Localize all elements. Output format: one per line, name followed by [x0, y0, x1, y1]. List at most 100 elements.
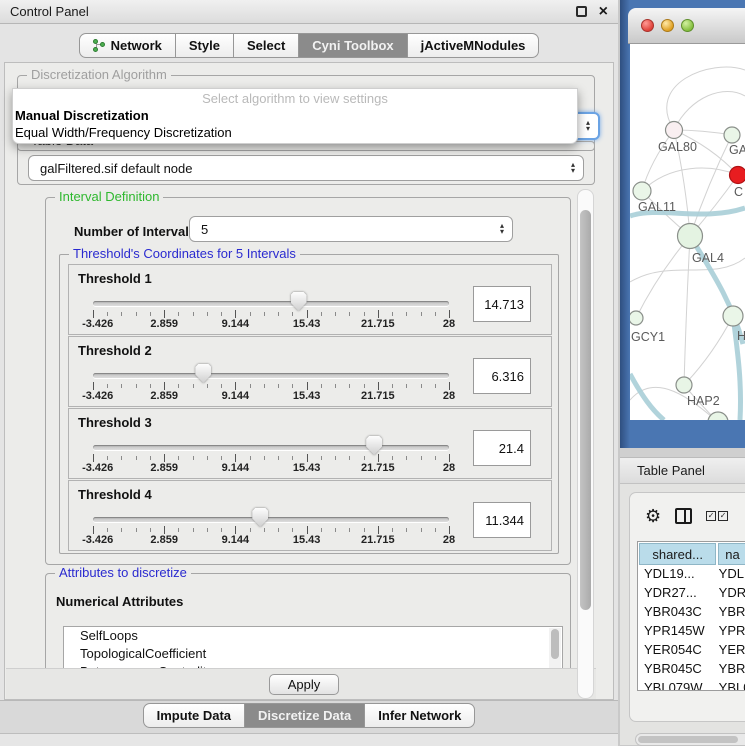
table-row[interactable]: YPR145WYPR1 [638, 623, 745, 642]
minimize-light-icon[interactable] [661, 19, 674, 32]
popup-placeholder-option[interactable]: Select algorithm to view settings [13, 91, 577, 108]
threshold-list: Threshold 1-3.4262.8599.14415.4321.71528… [60, 264, 560, 552]
tick-label: 9.144 [222, 534, 250, 546]
checkbox-icon[interactable]: ✓ [706, 511, 716, 521]
tick-label: 15.43 [293, 534, 321, 546]
slider-handle[interactable] [291, 292, 307, 311]
cell-name[interactable]: YDR2 [719, 585, 745, 604]
number-of-intervals-label: Number of Intervals [74, 224, 196, 239]
cell-name[interactable]: YPR1 [719, 623, 745, 642]
table-panel-titlebar[interactable]: Table Panel [620, 457, 745, 484]
attribute-item-selfloops[interactable]: SelfLoops [64, 627, 562, 645]
network-node[interactable] [678, 224, 703, 249]
cell-shared-name[interactable]: YPR145W [638, 623, 719, 642]
table-row[interactable]: YDL19...YDL1 [638, 566, 745, 585]
slider-track[interactable] [93, 517, 449, 522]
columns-icon[interactable] [675, 508, 692, 524]
tick-label: 2.859 [150, 318, 178, 330]
tab-label: Discretize Data [258, 708, 351, 723]
hscrollbar-thumb[interactable] [638, 736, 738, 743]
table-row[interactable]: YBR043CYBR0 [638, 604, 745, 623]
scrollbar-thumb[interactable] [580, 210, 591, 610]
close-light-icon[interactable] [641, 19, 654, 32]
network-canvas[interactable]: GAL80 GA C GAL11 GAL4 GCY1 H HAP2 [630, 44, 745, 420]
tab-select[interactable]: Select [234, 33, 299, 58]
popup-option-equal-width-frequency-discretization[interactable]: Equal Width/Frequency Discretization [13, 125, 577, 142]
zoom-light-icon[interactable] [681, 19, 694, 32]
cell-name[interactable]: YER0 [719, 642, 745, 661]
slider-track[interactable] [93, 445, 449, 450]
combo-arrows-icon: ▴▾ [586, 120, 590, 132]
tab-network[interactable]: Network [79, 33, 176, 58]
column-header[interactable]: na [718, 543, 745, 565]
cell-shared-name[interactable]: YDR27... [638, 585, 719, 604]
control-panel-titlebar[interactable]: Control Panel × [0, 0, 618, 24]
attribute-item-topologicalcoefficient[interactable]: TopologicalCoefficient [64, 645, 562, 663]
table-hscrollbar[interactable] [635, 733, 745, 746]
network-view-window[interactable]: GAL80 GA C GAL11 GAL4 GCY1 H HAP2 [620, 0, 745, 448]
slider-handle[interactable] [195, 364, 211, 383]
network-node[interactable] [724, 127, 740, 143]
tab-impute-data[interactable]: Impute Data [143, 703, 245, 728]
slider-handle[interactable] [366, 436, 382, 455]
slider-handle[interactable] [252, 508, 268, 527]
tab-cyni-toolbox[interactable]: Cyni Toolbox [299, 33, 407, 58]
tick-label: 15.43 [293, 390, 321, 402]
tab-infer-network[interactable]: Infer Network [365, 703, 475, 728]
tick-label: 15.43 [293, 462, 321, 474]
cell-name[interactable]: YDL1 [719, 566, 745, 585]
threshold-value-field[interactable]: 6.316 [473, 358, 531, 394]
gear-icon[interactable]: ⚙ [645, 507, 661, 525]
number-of-intervals-select[interactable]: 5 ▴▾ [189, 216, 513, 242]
popup-option-manual-discretization[interactable]: Manual Discretization [13, 108, 577, 125]
tick-label: 9.144 [222, 318, 250, 330]
network-node[interactable] [633, 182, 651, 200]
tab-jactivemnodules[interactable]: jActiveMNodules [408, 33, 540, 58]
node-table[interactable]: shared... na YDL19...YDL1YDR27...YDR2YBR… [637, 541, 745, 691]
threshold-value-field[interactable]: 14.713 [473, 286, 531, 322]
apply-button[interactable]: Apply [269, 674, 339, 695]
tab-discretize-data[interactable]: Discretize Data [245, 703, 365, 728]
network-node[interactable] [666, 122, 683, 139]
slider-track[interactable] [93, 301, 449, 306]
cell-shared-name[interactable]: YDL19... [638, 566, 719, 585]
network-node[interactable] [676, 377, 692, 393]
cell-shared-name[interactable]: YBL079W [638, 680, 719, 691]
top-tab-bar: NetworkStyleSelectCyni ToolboxjActiveMNo… [0, 33, 618, 58]
cell-name[interactable]: YBR0 [719, 604, 745, 623]
table-data-select[interactable]: galFiltered.sif default node ▴▾ [28, 155, 584, 181]
cell-shared-name[interactable]: YBR043C [638, 604, 719, 623]
network-window-titlebar[interactable] [628, 8, 745, 44]
threshold-value-field[interactable]: 11.344 [473, 502, 531, 538]
table-panel: Table Panel ⚙ ✓ ✓ shared... na YDL19...Y… [620, 457, 745, 745]
settings-scrollbar[interactable] [577, 189, 594, 699]
table-data-selected-value: galFiltered.sif default node [40, 161, 571, 176]
slider-tick-labels: -3.4262.8599.14415.4321.71528 [93, 390, 449, 403]
network-node[interactable] [708, 412, 728, 420]
float-icon[interactable] [576, 6, 587, 17]
cell-shared-name[interactable]: YER054C [638, 642, 719, 661]
table-row[interactable]: YDR27...YDR2 [638, 585, 745, 604]
column-header[interactable]: shared... [639, 543, 716, 565]
cell-shared-name[interactable]: YBR045C [638, 661, 719, 680]
close-icon[interactable]: × [599, 6, 608, 17]
checkbox-icon[interactable]: ✓ [718, 511, 728, 521]
numerical-attributes-label: Numerical Attributes [56, 594, 183, 609]
cell-name[interactable]: YBR0 [719, 661, 745, 680]
tab-label: Infer Network [378, 708, 461, 723]
table-row[interactable]: YBL079WYBL0 [638, 680, 745, 691]
table-data-group: Table Data galFiltered.sif default node … [17, 141, 595, 185]
table-row[interactable]: YER054CYER0 [638, 642, 745, 661]
tab-style[interactable]: Style [176, 33, 234, 58]
cell-name[interactable]: YBL0 [719, 680, 745, 691]
network-nodes [630, 122, 745, 421]
network-icon [93, 39, 106, 52]
table-row[interactable]: YBR045CYBR0 [638, 661, 745, 680]
network-node-selected[interactable] [730, 167, 745, 184]
slider-tick-labels: -3.4262.8599.14415.4321.71528 [93, 534, 449, 547]
slider-track[interactable] [93, 373, 449, 378]
desktop-gap [620, 448, 745, 457]
network-node[interactable] [723, 306, 743, 326]
threshold-value-field[interactable]: 21.4 [473, 430, 531, 466]
network-node[interactable] [630, 311, 643, 325]
